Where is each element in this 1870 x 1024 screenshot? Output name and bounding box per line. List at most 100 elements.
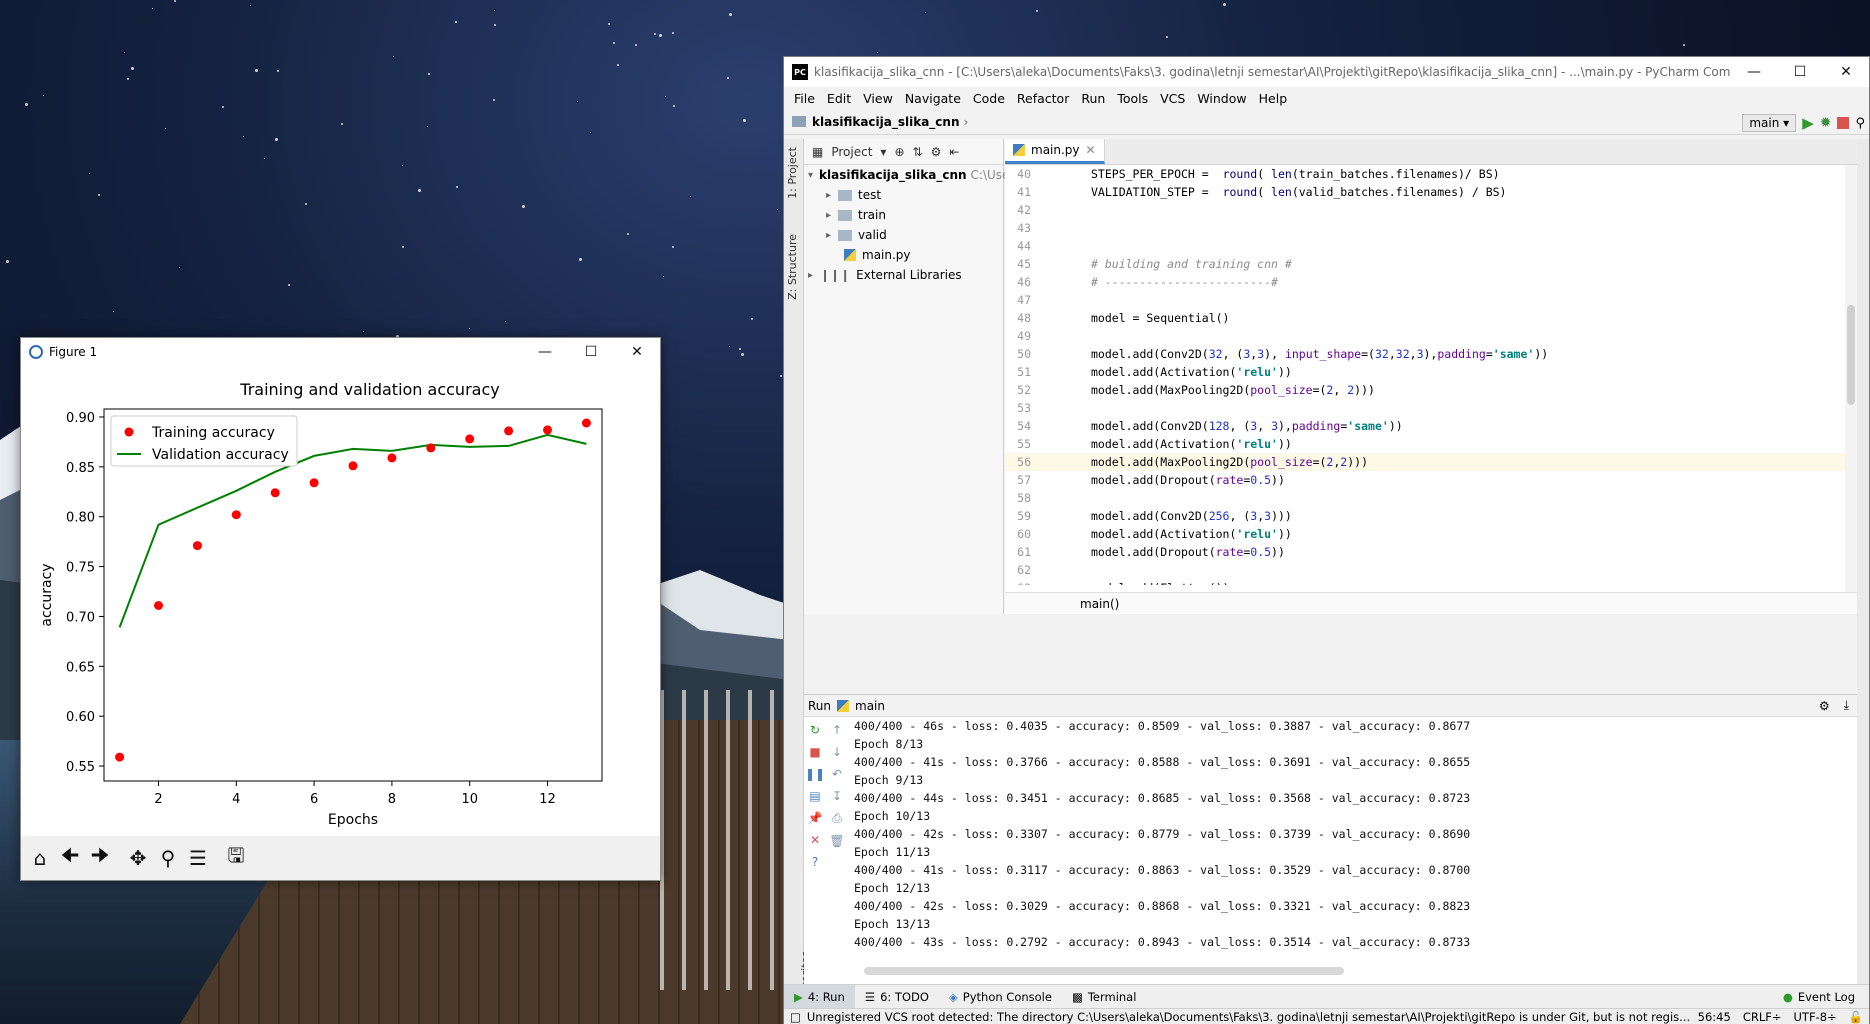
close-tab-icon[interactable]: ✕ (1086, 143, 1096, 157)
code-line[interactable]: 40 STEPS_PER_EPOCH = round( len(train_bat… (1005, 165, 1845, 183)
code-line[interactable]: 44 (1005, 237, 1845, 255)
code-line[interactable]: 46 # ------------------------# (1005, 273, 1845, 291)
code-line[interactable]: 47 (1005, 291, 1845, 309)
scroll-up-icon[interactable]: ↑ (832, 723, 842, 737)
code-line[interactable]: 58 (1005, 489, 1845, 507)
locate-icon[interactable]: ⊕ (894, 145, 904, 159)
run-panel-config[interactable]: main (855, 699, 885, 713)
configure-subplots-icon[interactable]: ☰ (183, 843, 213, 873)
code-line[interactable]: 60 model.add(Activation('relu')) (1005, 525, 1845, 543)
gear-icon[interactable]: ⚙ (1819, 699, 1830, 713)
menu-vcs[interactable]: VCS (1154, 91, 1191, 106)
code-line[interactable]: 53 (1005, 399, 1845, 417)
event-log-button[interactable]: ● Event Log (1773, 990, 1869, 1004)
menu-run[interactable]: Run (1075, 91, 1111, 106)
stop-icon[interactable]: ■ (809, 745, 820, 759)
code-line[interactable]: 61 model.add(Dropout(rate=0.5)) (1005, 543, 1845, 561)
tab-python-console[interactable]: ◈ Python Console (939, 990, 1062, 1004)
code-area[interactable]: 40 STEPS_PER_EPOCH = round( len(train_bat… (1005, 165, 1845, 585)
line-separator[interactable]: CRLF÷ (1737, 1010, 1788, 1024)
trash-icon[interactable]: 🗑 (829, 834, 844, 848)
back-arrow-icon[interactable]: 🠈 (55, 843, 85, 873)
status-toggle-icon[interactable]: □ (790, 1010, 801, 1024)
tree-external-libraries[interactable]: ▸ ❙❙❙ External Libraries (804, 265, 1003, 285)
code-line[interactable]: 43 (1005, 219, 1845, 237)
code-line[interactable]: 45 # building and training cnn # (1005, 255, 1845, 273)
stop-icon[interactable] (1837, 117, 1850, 129)
menu-file[interactable]: File (788, 91, 821, 106)
menu-edit[interactable]: Edit (821, 91, 857, 106)
nav-breadcrumb[interactable]: klasifikacija_slika_cnn (812, 115, 960, 129)
home-icon[interactable]: ⌂ (25, 843, 55, 873)
code-line[interactable]: 52 model.add(MaxPooling2D(pool_size=(2, 2… (1005, 381, 1845, 399)
hide-panel-icon[interactable]: ⤓ (1844, 698, 1849, 713)
pan-icon[interactable]: ✥ (123, 843, 153, 873)
code-line[interactable]: 48 model = Sequential() (1005, 309, 1845, 327)
run-icon[interactable]: ▶ (1802, 114, 1814, 132)
menu-code[interactable]: Code (967, 91, 1011, 106)
tree-item-valid[interactable]: ▸ valid (804, 225, 1003, 245)
console-output[interactable]: 400/400 - 46s - loss: 0.4035 - accuracy:… (854, 717, 1844, 957)
accuracy-chart[interactable]: Training and validation accuracy 2 4 6 8 10 1… (21, 366, 660, 836)
hide-icon[interactable]: ⇤ (949, 145, 959, 159)
ide-minimize-button[interactable]: — (1731, 58, 1777, 86)
editor-scrollbar[interactable] (1845, 165, 1857, 592)
figure-titlebar[interactable]: Figure 1 — ☐ ✕ (21, 338, 660, 366)
editor-scroll-thumb[interactable] (1847, 305, 1855, 405)
code-line[interactable]: 41 VALIDATION_STEP = round( len(valid_bat… (1005, 183, 1845, 201)
code-line[interactable]: 62 (1005, 561, 1845, 579)
tree-item-test[interactable]: ▸ test (804, 185, 1003, 205)
code-line[interactable]: 54 model.add(Conv2D(128, (3, 3),padding='… (1005, 417, 1845, 435)
tab-todo[interactable]: ☰ 6: TODO (855, 990, 939, 1004)
tree-item-train[interactable]: ▸ train (804, 205, 1003, 225)
search-icon[interactable]: ⚲ (1855, 116, 1865, 131)
soft-wrap-icon[interactable]: ↶ (832, 767, 842, 781)
caret-position[interactable]: 56:45 (1692, 1010, 1737, 1024)
code-line[interactable]: 57 model.add(Dropout(rate=0.5)) (1005, 471, 1845, 489)
menu-view[interactable]: View (857, 91, 899, 106)
console-horizontal-scrollbar[interactable] (864, 967, 1344, 975)
tab-terminal[interactable]: ▩ Terminal (1062, 990, 1146, 1004)
code-line[interactable]: 56 model.add(MaxPooling2D(pool_size=(2,2)… (1005, 453, 1845, 471)
ide-maximize-button[interactable]: ☐ (1777, 58, 1823, 86)
function-crumb[interactable]: main() (1080, 597, 1119, 611)
menu-help[interactable]: Help (1253, 91, 1294, 106)
save-icon[interactable]: 🖫 (221, 843, 251, 873)
layout-icon[interactable]: ▤ (809, 789, 820, 803)
help-icon[interactable]: ? (812, 855, 818, 869)
tree-root[interactable]: ▾ klasifikacija_slika_cnn C:\Users (804, 165, 1021, 185)
editor-tab-main-py[interactable]: main.py ✕ (1005, 139, 1105, 164)
code-line[interactable]: 51 model.add(Activation('relu')) (1005, 363, 1845, 381)
tree-item-main-py[interactable]: main.py (804, 245, 1003, 265)
debug-icon[interactable]: ✹ (1820, 115, 1832, 131)
pin-icon[interactable]: 📌 (808, 811, 823, 825)
project-side-tab[interactable]: 1: Project (786, 147, 799, 199)
menu-tools[interactable]: Tools (1111, 91, 1154, 106)
menu-refactor[interactable]: Refactor (1011, 91, 1075, 106)
code-line[interactable]: 50 model.add(Conv2D(32, (3,3), input_shap… (1005, 345, 1845, 363)
rerun-icon[interactable]: ↻ (810, 723, 820, 737)
status-message[interactable]: Unregistered VCS root detected: The dire… (807, 1010, 1692, 1024)
code-line[interactable]: 63 model.add(Flatten()) (1005, 579, 1845, 585)
pause-icon[interactable]: ❚❚ (805, 767, 825, 781)
gear-icon[interactable]: ⚙ (931, 145, 942, 159)
minimize-button[interactable]: — (522, 338, 568, 366)
ide-close-button[interactable]: ✕ (1823, 58, 1869, 86)
collapse-icon[interactable]: ⇅ (913, 145, 923, 159)
file-encoding[interactable]: UTF-8÷ (1788, 1010, 1843, 1024)
close-button[interactable]: ✕ (614, 338, 660, 366)
code-line[interactable]: 49 (1005, 327, 1845, 345)
close-icon[interactable]: ✕ (810, 833, 820, 847)
project-view-select[interactable]: Project (831, 145, 872, 159)
menu-window[interactable]: Window (1191, 91, 1252, 106)
tab-run[interactable]: ▶ 4: Run (784, 984, 855, 1009)
print-icon[interactable]: ⎙ (832, 811, 842, 826)
code-line[interactable]: 55 model.add(Activation('relu')) (1005, 435, 1845, 453)
lock-icon[interactable]: 🔓 (1843, 1010, 1869, 1024)
code-editor[interactable]: main.py ✕ 40 STEPS_PER_EPOCH = round( len… (1005, 139, 1857, 614)
scroll-to-end-icon[interactable]: ↧ (832, 789, 842, 803)
zoom-icon[interactable]: ⚲ (153, 843, 183, 873)
code-line[interactable]: 59 model.add(Conv2D(256, (3,3))) (1005, 507, 1845, 525)
code-line[interactable]: 42 (1005, 201, 1845, 219)
ide-titlebar[interactable]: PC klasifikacija_slika_cnn - [C:\Users\a… (784, 57, 1869, 87)
